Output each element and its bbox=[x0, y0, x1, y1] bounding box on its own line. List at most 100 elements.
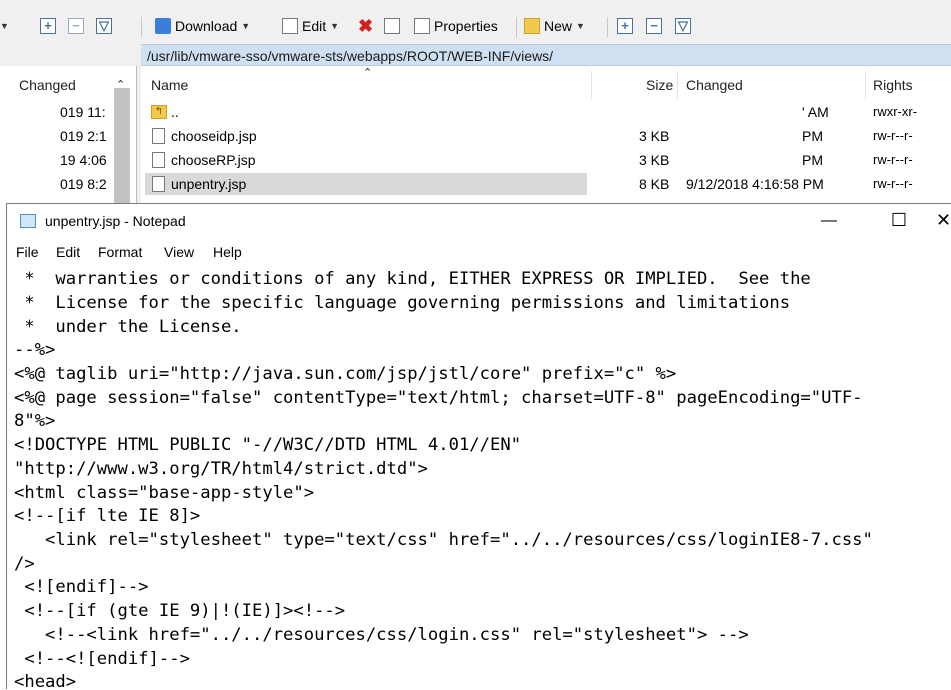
file-name: .. bbox=[171, 104, 179, 120]
toolbar-separator bbox=[607, 17, 608, 37]
close-button[interactable]: ✕ bbox=[936, 204, 951, 237]
file-rights: rw-r--r- bbox=[873, 176, 913, 191]
text-editor[interactable]: * warranties or conditions of any kind, … bbox=[7, 264, 951, 690]
code-line: <link rel="stylesheet" type="text/css" h… bbox=[14, 530, 873, 550]
menu-bar: File Edit Format View Help bbox=[7, 237, 951, 263]
toolbar-separator bbox=[516, 17, 517, 37]
properties-icon bbox=[414, 18, 430, 34]
list-item[interactable]: 19 4:06 bbox=[60, 148, 107, 172]
menu-help[interactable]: Help bbox=[213, 237, 242, 263]
file-name: chooseidp.jsp bbox=[171, 128, 257, 144]
code-line: "http://www.w3.org/TR/html4/strict.dtd"> bbox=[14, 459, 428, 479]
column-header-name[interactable]: Name bbox=[151, 66, 188, 100]
right-add-button[interactable]: + bbox=[617, 15, 633, 37]
file-name: unpentry.jsp bbox=[171, 176, 247, 192]
column-divider bbox=[677, 71, 678, 99]
list-item[interactable]: 019 2:1 bbox=[60, 124, 107, 148]
code-line: <!DOCTYPE HTML PUBLIC "-//W3C//DTD HTML … bbox=[14, 435, 522, 455]
code-line: <%@ taglib uri="http://java.sun.com/jsp/… bbox=[14, 364, 677, 384]
column-header-rights[interactable]: Rights bbox=[873, 66, 913, 100]
edit-button[interactable]: Edit ▼ bbox=[282, 15, 339, 37]
file-changed: ' AM bbox=[802, 104, 829, 120]
edit-label: Edit bbox=[302, 18, 327, 34]
right-filter-button[interactable]: ▽ bbox=[675, 15, 691, 37]
file-row-selected[interactable]: unpentry.jsp 8 KB 9/12/2018 4:16:58 PM r… bbox=[141, 172, 951, 196]
filter-icon: ▽ bbox=[96, 18, 112, 34]
notepad-window: unpentry.jsp - Notepad — ☐ ✕ File Edit F… bbox=[6, 203, 951, 690]
code-line: /> bbox=[14, 554, 35, 574]
chevron-down-icon: ▼ bbox=[330, 21, 340, 31]
column-divider bbox=[865, 71, 866, 99]
plus-icon: + bbox=[40, 18, 56, 34]
code-line: * License for the specific language gove… bbox=[14, 293, 791, 313]
code-line: <head> bbox=[14, 672, 77, 690]
local-panel: Changed ⌃ 019 11: 019 2:1 19 4:06 019 8:… bbox=[0, 66, 137, 212]
minimize-button[interactable]: — bbox=[806, 204, 852, 237]
delete-button[interactable]: ✖ bbox=[358, 15, 373, 37]
column-header-changed[interactable]: Changed bbox=[19, 66, 76, 100]
code-line: <!--<![endif]--> bbox=[14, 649, 190, 669]
sort-ascending-icon: ⌃ bbox=[363, 67, 373, 79]
parent-folder-icon: ↰ bbox=[151, 105, 167, 119]
file-size: 3 KB bbox=[639, 128, 670, 144]
file-size: 3 KB bbox=[639, 152, 670, 168]
properties-label: Properties bbox=[434, 18, 498, 34]
file-changed: 9/12/2018 4:16:58 PM bbox=[686, 176, 824, 192]
window-title: unpentry.jsp - Notepad bbox=[45, 213, 186, 229]
title-bar[interactable]: unpentry.jsp - Notepad — ☐ ✕ bbox=[7, 204, 951, 237]
minus-icon: − bbox=[646, 18, 662, 34]
code-line: 8"%> bbox=[14, 411, 56, 431]
file-rights: rwxr-xr- bbox=[873, 104, 918, 119]
code-line: <!--<link href="../../resources/css/logi… bbox=[14, 625, 749, 645]
code-line: --%> bbox=[14, 340, 56, 360]
file-changed: PM bbox=[802, 128, 823, 144]
download-icon bbox=[155, 18, 171, 34]
list-item[interactable]: 019 11: bbox=[60, 100, 106, 124]
file-icon bbox=[152, 152, 165, 168]
file-name: chooseRP.jsp bbox=[171, 152, 256, 168]
scrollbar-thumb[interactable] bbox=[114, 88, 130, 212]
menu-view[interactable]: View bbox=[164, 237, 194, 263]
menu-edit[interactable]: Edit bbox=[56, 237, 80, 263]
menu-format[interactable]: Format bbox=[98, 237, 142, 263]
rename-button[interactable] bbox=[384, 15, 400, 37]
column-header-size[interactable]: Size bbox=[646, 66, 673, 100]
plus-icon: + bbox=[617, 18, 633, 34]
code-line: * under the License. bbox=[14, 317, 242, 337]
toolbar-separator bbox=[141, 17, 142, 37]
remote-path-bar[interactable]: /usr/lib/vmware-sso/vmware-sts/webapps/R… bbox=[141, 44, 951, 66]
chevron-down-icon: ▼ bbox=[0, 21, 9, 31]
new-button[interactable]: New ▼ bbox=[524, 15, 585, 37]
properties-button[interactable]: Properties bbox=[414, 15, 498, 37]
minus-icon: − bbox=[68, 18, 84, 34]
right-remove-button[interactable]: − bbox=[646, 15, 662, 37]
file-row[interactable]: chooseidp.jsp 3 KB PM rw-r--r- bbox=[141, 124, 951, 148]
menu-file[interactable]: File bbox=[16, 237, 39, 263]
remote-panel: Name ⌃ Size Changed Rights ↰ .. ' AM rwx… bbox=[141, 66, 951, 210]
chevron-down-icon: ▼ bbox=[576, 21, 585, 31]
code-line: <!--[if (gte IE 9)|!(IE)]><!--> bbox=[14, 601, 346, 621]
chevron-down-icon: ▼ bbox=[241, 21, 251, 31]
file-row-parent[interactable]: ↰ .. ' AM rwxr-xr- bbox=[141, 100, 951, 124]
left-remove-button[interactable]: − bbox=[68, 15, 84, 37]
column-header-changed[interactable]: Changed bbox=[686, 66, 743, 100]
code-line: * warranties or conditions of any kind, … bbox=[14, 269, 811, 289]
new-folder-icon bbox=[524, 18, 540, 34]
column-divider bbox=[591, 71, 592, 99]
maximize-button[interactable]: ☐ bbox=[876, 204, 922, 237]
file-size: 8 KB bbox=[639, 176, 670, 192]
notepad-icon bbox=[20, 214, 36, 228]
left-view-dropdown[interactable]: ▼ bbox=[0, 15, 9, 37]
winscp-window: ▼ + − ▽ Download ▼ Edit ▼ ✖ Properties N… bbox=[0, 0, 951, 212]
local-scrollbar[interactable] bbox=[114, 88, 130, 212]
left-filter-button[interactable]: ▽ bbox=[96, 15, 112, 37]
file-icon bbox=[152, 128, 165, 144]
new-label: New bbox=[544, 18, 573, 34]
download-button[interactable]: Download ▼ bbox=[155, 15, 250, 37]
left-add-button[interactable]: + bbox=[40, 15, 56, 37]
list-item[interactable]: 019 8:2 bbox=[60, 172, 107, 196]
code-line: <!--[if lte IE 8]> bbox=[14, 506, 201, 526]
file-row[interactable]: chooseRP.jsp 3 KB PM rw-r--r- bbox=[141, 148, 951, 172]
code-line: <![endif]--> bbox=[14, 577, 149, 597]
file-changed: PM bbox=[802, 152, 823, 168]
